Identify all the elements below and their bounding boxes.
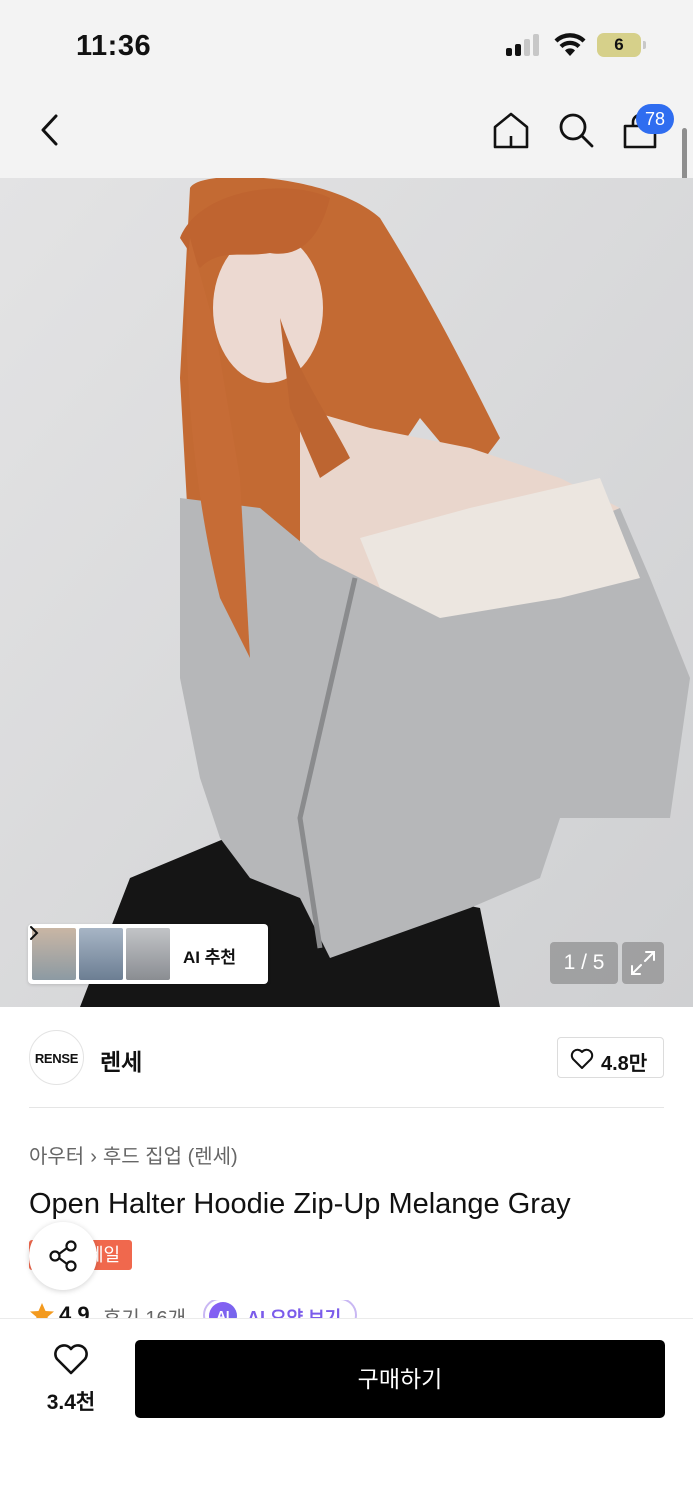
breadcrumb-category[interactable]: 아우터 bbox=[29, 1146, 84, 1168]
ai-recommend-button[interactable]: AI 추천 bbox=[28, 924, 268, 984]
search-icon[interactable] bbox=[556, 110, 596, 150]
share-icon bbox=[49, 1240, 77, 1272]
battery-cap bbox=[643, 41, 646, 49]
product-title: Open Halter Hoodie Zip-Up Melange Gray bbox=[29, 1188, 571, 1220]
breadcrumb-subcategory[interactable]: 후드 집업 (렌세) bbox=[103, 1146, 238, 1168]
recommend-thumbnail-3[interactable] bbox=[126, 928, 170, 980]
divider bbox=[29, 1107, 664, 1108]
expand-button[interactable] bbox=[622, 942, 664, 984]
product-image[interactable]: AI 추천 1 / 5 bbox=[0, 178, 693, 1007]
wifi-icon bbox=[554, 33, 586, 56]
breadcrumb-separator-icon: › bbox=[90, 1146, 97, 1168]
share-button[interactable] bbox=[29, 1222, 97, 1290]
buy-button[interactable]: 구매하기 bbox=[135, 1340, 665, 1418]
breadcrumb: 아우터 › 후드 집업 (렌세) bbox=[29, 1140, 238, 1169]
brand-like-count: 4.8만 bbox=[601, 1053, 648, 1075]
battery-level: 6 bbox=[614, 35, 624, 54]
cart-count-badge: 78 bbox=[636, 104, 674, 134]
status-time: 11:36 bbox=[76, 30, 152, 62]
image-counter: 1 / 5 bbox=[550, 942, 618, 984]
chevron-right-icon bbox=[30, 926, 39, 940]
wishlist-count: 3.4천 bbox=[46, 1391, 96, 1414]
recommend-thumbnail-2[interactable] bbox=[79, 928, 123, 980]
battery-icon: 6 bbox=[597, 33, 641, 57]
home-icon[interactable] bbox=[491, 110, 531, 150]
brand-logo[interactable]: RENSE bbox=[29, 1030, 84, 1085]
back-icon[interactable] bbox=[34, 110, 68, 150]
brand-name[interactable]: 렌세 bbox=[100, 1043, 142, 1077]
rating-row: 4.9 후기 16개 AI AI 요약 보기 bbox=[29, 1300, 669, 1320]
ai-recommend-label: AI 추천 bbox=[183, 948, 237, 967]
product-photo-illustration bbox=[0, 178, 693, 1007]
cellular-signal-icon bbox=[506, 34, 542, 56]
expand-icon bbox=[631, 951, 655, 975]
top-bar: 11:36 6 78 bbox=[0, 0, 693, 178]
ai-summary-button[interactable]: AI AI 요약 보기 bbox=[203, 1300, 358, 1320]
brand-like-button[interactable]: 4.8만 bbox=[557, 1037, 664, 1078]
heart-icon bbox=[54, 1344, 88, 1375]
wishlist-button[interactable]: 3.4천 bbox=[34, 1344, 108, 1414]
heart-icon bbox=[570, 1048, 594, 1069]
